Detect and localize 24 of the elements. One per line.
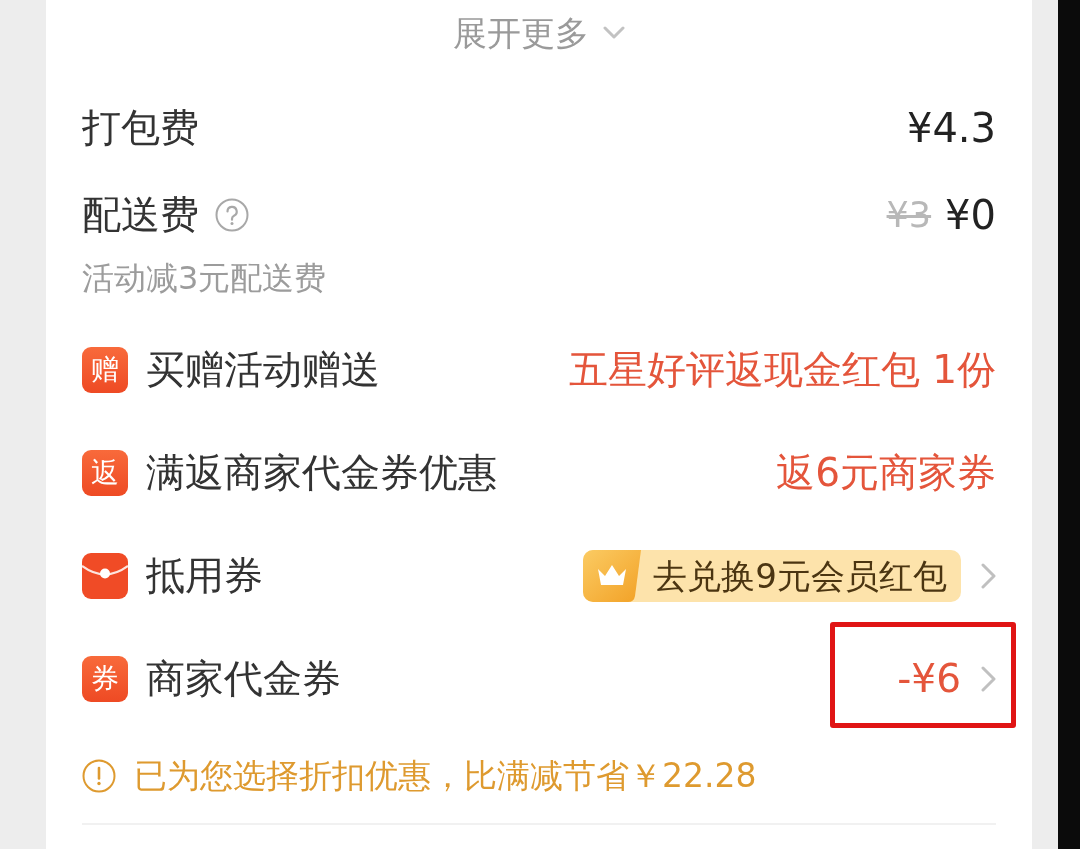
promo-label: 抵用券 <box>146 552 263 600</box>
promo-value: 返6元商家券 <box>776 449 996 497</box>
promo-badge: 券 <box>82 656 128 702</box>
crown-icon <box>583 550 642 602</box>
original-price: ¥3 <box>886 194 932 236</box>
promo-label: 满返商家代金券优惠 <box>146 449 497 497</box>
promo-label: 商家代金券 <box>146 655 341 703</box>
promo-value[interactable]: -¥6 <box>897 655 961 703</box>
redeem-offer-button[interactable]: 去兑换9元会员红包 <box>583 550 961 602</box>
help-icon[interactable] <box>215 198 249 232</box>
expand-more-button[interactable]: 展开更多 <box>453 12 625 54</box>
promo-label: 买赠活动赠送 <box>146 346 380 394</box>
promo-badge: 返 <box>82 450 128 496</box>
savings-notice: 已为您选择折扣优惠，比满减节省￥22.28 <box>134 756 757 796</box>
envelope-icon <box>82 553 128 599</box>
promo-badge: 赠 <box>82 347 128 393</box>
fee-note: 活动减3元配送费 <box>82 258 327 298</box>
info-icon <box>82 759 116 793</box>
chevron-down-icon <box>603 26 625 40</box>
fee-label: 配送费 <box>82 191 199 239</box>
fee-price: ¥0 <box>945 191 996 239</box>
fee-price: ¥4.3 <box>906 104 996 152</box>
promo-value: 五星好评返现金红包 1份 <box>568 346 996 394</box>
fee-label: 打包费 <box>82 104 199 152</box>
